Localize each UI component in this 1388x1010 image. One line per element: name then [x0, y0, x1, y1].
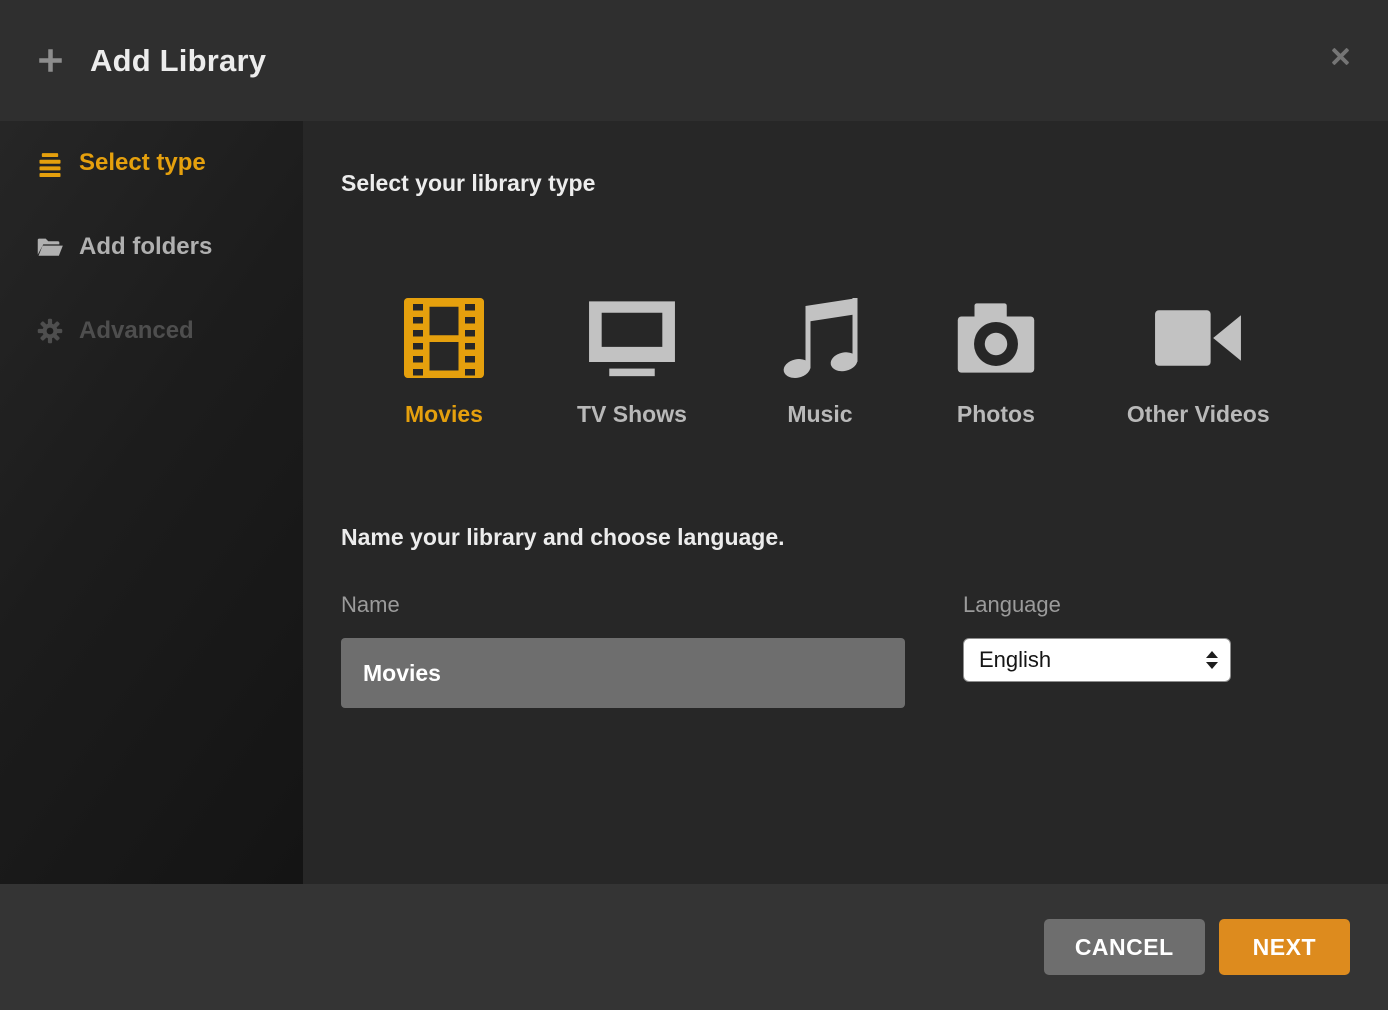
library-type-tv-shows[interactable]: TV Shows	[577, 293, 687, 428]
library-type-movies[interactable]: Movies	[399, 293, 489, 428]
language-select[interactable]: English	[963, 638, 1231, 682]
library-type-heading: Select your library type	[341, 168, 1350, 198]
sidebar-item-add-folders[interactable]: Add folders	[0, 205, 303, 289]
name-language-form: Name Language English	[341, 592, 1350, 708]
dialog-header: Add Library	[0, 0, 1388, 121]
language-label: Language	[963, 592, 1231, 618]
library-type-label: Photos	[957, 400, 1035, 428]
open-folder-icon	[36, 233, 64, 261]
library-type-label: TV Shows	[577, 400, 687, 428]
library-type-label: Other Videos	[1127, 400, 1270, 428]
gear-icon	[36, 317, 64, 345]
close-icon	[1329, 45, 1352, 68]
steps-sidebar: Select type Add folders Advanc	[0, 121, 303, 884]
list-lines-icon	[36, 149, 64, 177]
select-arrows-icon	[1206, 651, 1218, 669]
plus-icon	[37, 47, 64, 74]
library-type-photos[interactable]: Photos	[953, 293, 1039, 428]
camera-icon	[953, 298, 1039, 378]
library-type-row: Movies TV Shows	[399, 293, 1350, 428]
video-camera-icon	[1150, 305, 1246, 371]
library-name-input[interactable]	[341, 638, 905, 708]
library-type-label: Movies	[405, 400, 483, 428]
next-button[interactable]: NEXT	[1219, 919, 1350, 975]
library-type-label: Music	[787, 400, 852, 428]
add-library-dialog: Add Library Select type	[0, 0, 1388, 1010]
library-type-music[interactable]: Music	[775, 293, 865, 428]
sidebar-item-label: Select type	[79, 149, 206, 177]
library-type-other-videos[interactable]: Other Videos	[1127, 293, 1270, 428]
music-note-icon	[775, 293, 865, 383]
sidebar-item-select-type[interactable]: Select type	[0, 121, 303, 205]
sidebar-item-advanced: Advanced	[0, 289, 303, 373]
main-panel: Select your library type	[303, 121, 1388, 884]
dialog-title: Add Library	[90, 43, 266, 79]
dialog-footer: CANCEL NEXT	[0, 884, 1388, 1010]
language-selected-value: English	[979, 647, 1051, 673]
sidebar-item-label: Add folders	[79, 233, 212, 261]
name-label: Name	[341, 592, 905, 618]
cancel-button[interactable]: CANCEL	[1044, 919, 1205, 975]
dialog-body: Select type Add folders Advanc	[0, 121, 1388, 884]
filmstrip-icon	[399, 293, 489, 383]
close-button[interactable]	[1322, 38, 1358, 74]
sidebar-item-label: Advanced	[79, 317, 194, 345]
name-language-heading: Name your library and choose language.	[341, 522, 1350, 552]
tv-icon	[584, 298, 680, 378]
